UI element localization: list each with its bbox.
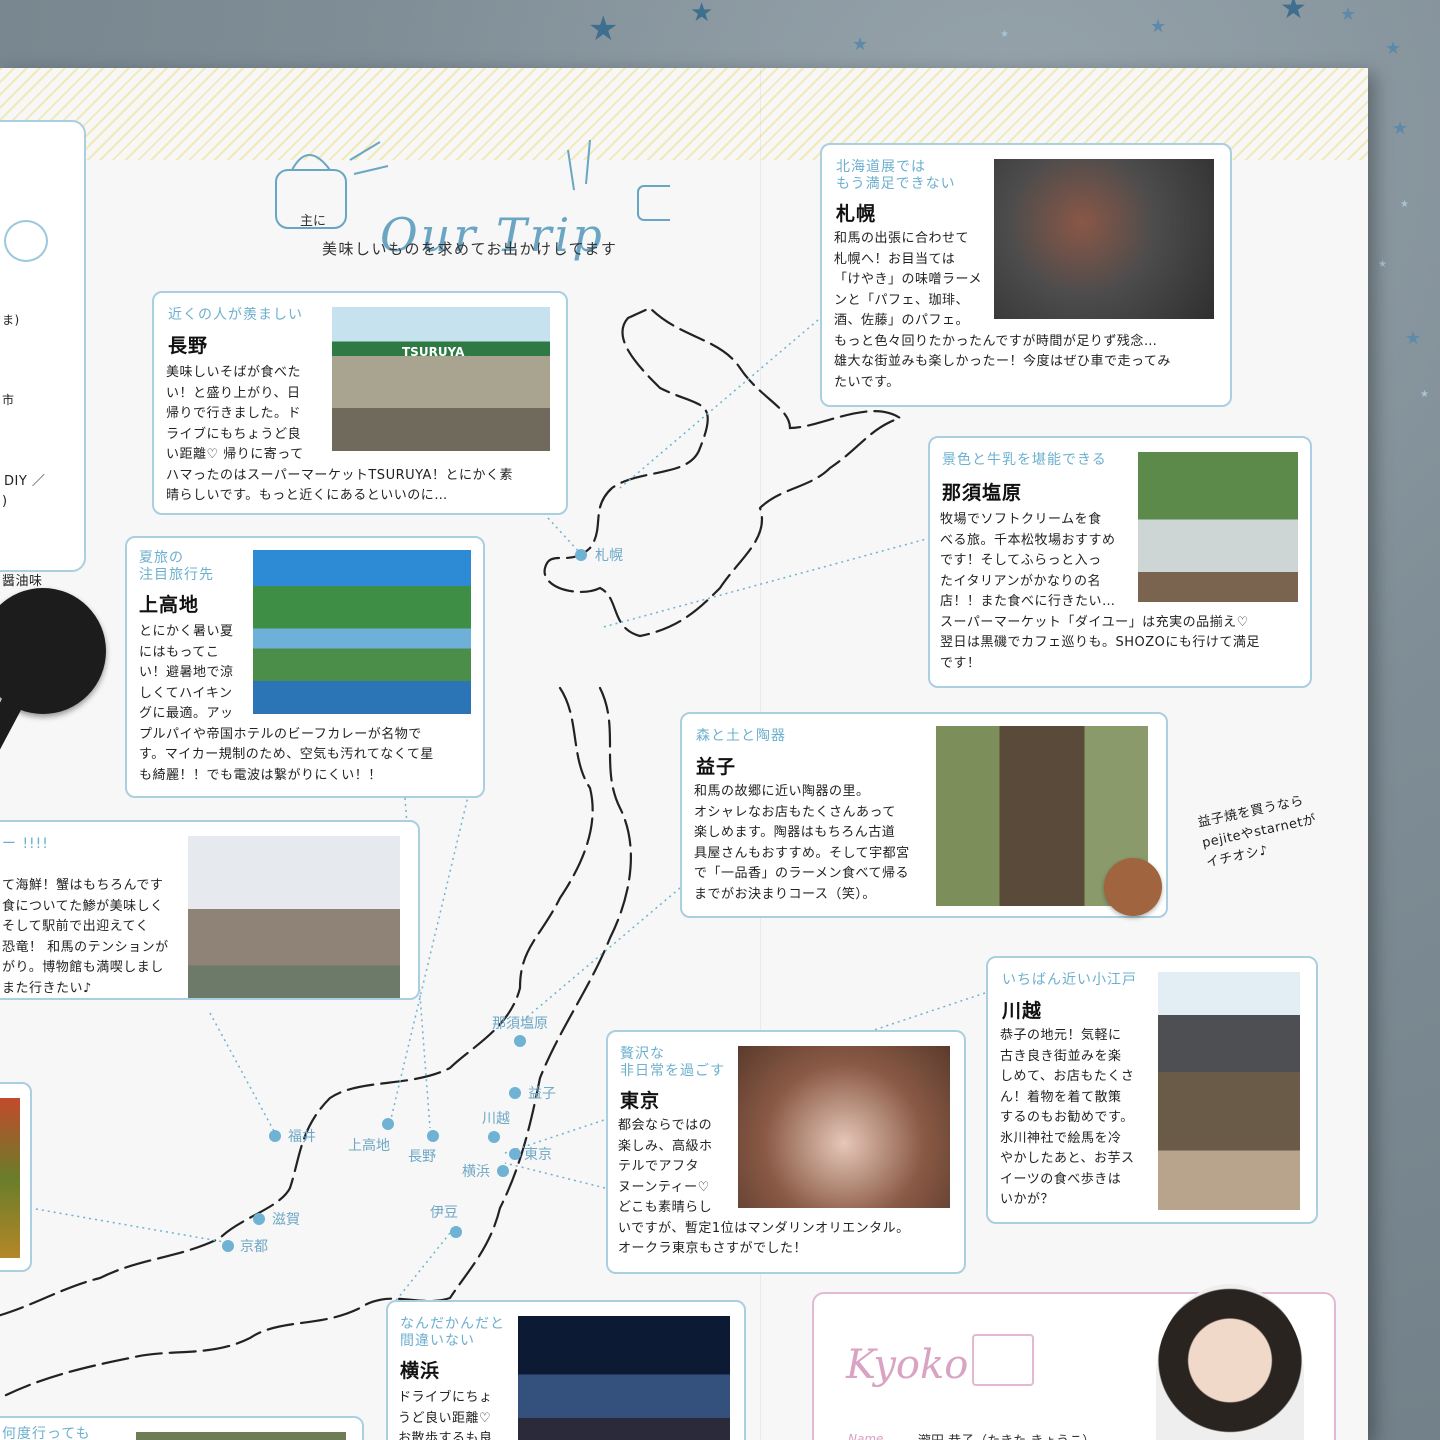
card-sapporo: 北海道展では もう満足できない 札幌 和馬の出張に合わせて 札幌へ！お目当ては … xyxy=(820,143,1232,407)
card-place-name: 長野 xyxy=(168,335,209,357)
card-partial-left xyxy=(0,1082,32,1272)
card-body: ドライブにちょ うど良い距離♡ お散歩するも良 xyxy=(398,1390,493,1440)
map-pin-nagano[interactable] xyxy=(427,1130,439,1142)
card-body: て海鮮！蟹はもちろんです 食についてた鯵が美味しく そして駅前で出迎えてく 恐竜… xyxy=(2,878,169,996)
card-place-name: 札幌 xyxy=(836,203,877,225)
profile-card-kyoko: Kyoko Name 瀧田 恭子（たきた きょうこ） xyxy=(812,1284,1336,1440)
photo-parfait xyxy=(994,159,1214,319)
pin-label-kyoto: 京都 xyxy=(240,1239,268,1255)
card-kawagoe: いちばん近い小江戸 川越 恭子の地元！気軽に 古き良き街並みを楽 しめて、お店も… xyxy=(986,956,1318,1224)
star-decoration: ★ xyxy=(588,9,619,49)
pin-label-shiga: 滋賀 xyxy=(272,1212,300,1228)
pin-label-sapporo: 札幌 xyxy=(595,548,623,564)
pin-label-izu: 伊豆 xyxy=(430,1205,458,1221)
map-pin-tokyo[interactable] xyxy=(509,1148,521,1160)
card-subtitle: 近くの人が羨ましい xyxy=(168,307,303,323)
card-place-name: 那須塩原 xyxy=(942,482,1023,504)
pin-label-nasu: 那須塩原 xyxy=(492,1016,548,1032)
map-pin-mashiko[interactable] xyxy=(509,1087,521,1099)
cup-prop xyxy=(1104,858,1162,916)
map-pin-izu[interactable] xyxy=(450,1226,462,1238)
star-decoration: ★ xyxy=(1378,259,1387,270)
photo-tsuruya-store: TSURUYA xyxy=(332,307,550,451)
card-nasu: 景色と牛乳を堪能できる 那須塩原 牧場でソフトクリームを食 べる旅。千本松牧場お… xyxy=(928,436,1312,688)
pin-label-mashiko: 益子 xyxy=(528,1086,556,1102)
card-mashiko: 森と土と陶器 益子 和馬の故郷に近い陶器の里。 オシャレなお店もたくさんあって … xyxy=(680,712,1168,918)
profile-name-label: Name xyxy=(848,1432,884,1440)
star-decoration: ★ xyxy=(1150,16,1167,37)
star-decoration: ★ xyxy=(1405,328,1422,349)
card-body: 和馬の故郷に近い陶器の里。 オシャレなお店もたくさんあって 楽しめます。陶器はも… xyxy=(694,784,910,902)
card-subtitle: なんだかんだと 間違いない xyxy=(400,1316,505,1349)
photo-bell-tower xyxy=(1158,972,1300,1210)
star-decoration: ★ xyxy=(1392,118,1409,139)
card-place-name: 上高地 xyxy=(139,594,200,616)
card-nagano: 近くの人が羨ましい 長野 美味しいそばが食べた い！と盛り上がり、日 帰りで行き… xyxy=(152,291,568,515)
map-pin-kamikochi[interactable] xyxy=(382,1118,394,1130)
card-subtitle: ー !!!! xyxy=(2,836,49,852)
map-pin-kawagoe[interactable] xyxy=(488,1131,500,1143)
card-subtitle: 何度行っても xyxy=(2,1426,91,1440)
card-bottom-left: 何度行っても xyxy=(0,1416,364,1440)
map-pin-nasu[interactable] xyxy=(514,1035,526,1047)
card-yokohama: なんだかんだと 間違いない 横浜 ドライブにちょ うど良い距離♡ お散歩するも良 xyxy=(386,1300,746,1440)
card-place-name: 東京 xyxy=(620,1090,661,1112)
star-decoration: ★ xyxy=(1280,0,1307,26)
photo-afternoon-tea xyxy=(738,1046,950,1208)
card-place-name: 横浜 xyxy=(400,1360,441,1382)
profile-script-name: Kyoko xyxy=(846,1342,969,1388)
card-tokyo: 贅沢な 非日常を過ごす 東京 都会ならではの 楽しみ、高級ホ テルでアフタ ヌー… xyxy=(606,1030,966,1274)
brochure-page: ま) 市 DIY ／ ) 醤油味 Our Trip 主に 美味しいものを求めてお… xyxy=(0,68,1368,1440)
star-decoration: ★ xyxy=(1385,38,1402,59)
card-subtitle: 景色と牛乳を堪能できる xyxy=(942,452,1107,468)
star-decoration: ★ xyxy=(1000,29,1009,40)
photo-food xyxy=(136,1432,346,1440)
star-decoration: ★ xyxy=(1400,199,1409,210)
card-subtitle: 森と土と陶器 xyxy=(696,728,786,744)
photo-autumn-leaves xyxy=(0,1098,20,1258)
card-place-name: 益子 xyxy=(696,756,737,778)
photo-kamikochi-mountain xyxy=(253,550,471,714)
star-decoration: ★ xyxy=(852,34,869,55)
card-subtitle: 夏旅の 注目旅行先 xyxy=(139,550,214,583)
pin-label-tokyo: 東京 xyxy=(524,1147,552,1163)
map-pin-kyoto[interactable] xyxy=(222,1240,234,1252)
map-pin-yokohama[interactable] xyxy=(497,1165,509,1177)
map-pin-sapporo[interactable] xyxy=(575,549,587,561)
map-pin-fukui[interactable] xyxy=(269,1130,281,1142)
card-fukui: ー !!!! て海鮮！蟹はもちろんです 食についてた鯵が美味しく そして駅前で出… xyxy=(0,820,420,1000)
profile-photo-avatar xyxy=(1156,1284,1304,1440)
card-place-name: 川越 xyxy=(1002,1000,1043,1022)
photo-yokohama-night xyxy=(518,1316,730,1440)
card-subtitle: いちばん近い小江戸 xyxy=(1002,972,1137,988)
profile-name-value: 瀧田 恭子（たきた きょうこ） xyxy=(918,1430,1095,1440)
star-decoration: ★ xyxy=(690,0,714,28)
pin-label-kamikochi: 上高地 xyxy=(348,1138,390,1154)
photo-dinosaur-statue xyxy=(188,836,400,998)
book-icon xyxy=(972,1334,1034,1386)
star-decoration: ★ xyxy=(1420,389,1429,400)
card-body: 恭子の地元！気軽に 古き良き街並みを楽 しめて、お店もたくさ ん！着物を着て散策… xyxy=(1000,1028,1135,1207)
pin-label-nagano: 長野 xyxy=(408,1149,436,1165)
photo-soft-cream xyxy=(1138,452,1298,602)
pin-label-kawagoe: 川越 xyxy=(482,1111,510,1127)
card-kamikochi: 夏旅の 注目旅行先 上高地 とにかく暑い夏 にはもってこ い！避暑地で涼 しくて… xyxy=(125,536,485,798)
card-subtitle: 贅沢な 非日常を過ごす xyxy=(620,1046,726,1079)
card-subtitle: 北海道展では もう満足できない xyxy=(836,159,956,192)
star-decoration: ★ xyxy=(1340,4,1357,25)
photo-sign-text: TSURUYA xyxy=(402,345,465,359)
pin-label-yokohama: 横浜 xyxy=(462,1164,490,1180)
pin-label-fukui: 福井 xyxy=(288,1129,316,1145)
map-pin-shiga[interactable] xyxy=(253,1213,265,1225)
